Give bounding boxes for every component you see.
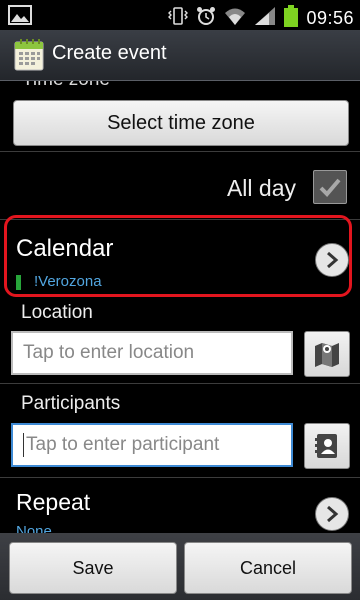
repeat-value: None — [16, 523, 52, 533]
select-time-zone-button[interactable]: Select time zone — [13, 100, 349, 146]
time-zone-label: Time zone — [22, 81, 110, 91]
divider — [0, 151, 360, 152]
save-button[interactable]: Save — [9, 542, 177, 594]
calendar-highlight-outline — [4, 215, 352, 297]
wifi-icon — [224, 6, 246, 30]
divider — [0, 477, 360, 478]
checkmark-icon — [319, 178, 341, 197]
contacts-icon — [315, 434, 337, 458]
participants-input[interactable]: Tap to enter participant — [11, 423, 293, 467]
battery-icon — [284, 5, 299, 31]
vibrate-icon — [168, 6, 189, 30]
all-day-label: All day — [226, 175, 296, 201]
event-form[interactable]: Time zone Select time zone All day Calen… — [0, 81, 360, 533]
status-bar: 09:56 — [0, 0, 360, 30]
chevron-right-icon — [327, 505, 339, 523]
participants-label: Participants — [21, 393, 121, 414]
map-icon — [315, 343, 339, 367]
screen-title: Create event — [52, 42, 167, 64]
divider — [0, 383, 360, 384]
signal-icon — [254, 6, 276, 30]
all-day-checkbox[interactable] — [313, 170, 347, 204]
bottom-action-bar: Save Cancel — [0, 533, 360, 600]
cancel-button[interactable]: Cancel — [184, 542, 352, 594]
repeat-chevron-button[interactable] — [315, 497, 349, 531]
clock: 09:56 — [306, 7, 354, 28]
location-label: Location — [21, 302, 93, 323]
gallery-icon — [8, 5, 32, 29]
participants-placeholder: Tap to enter participant — [26, 434, 220, 455]
location-input[interactable]: Tap to enter location — [11, 331, 293, 375]
calendar-app-icon[interactable] — [14, 39, 44, 71]
action-bar: Create event — [0, 30, 360, 81]
contacts-button[interactable] — [304, 423, 350, 469]
repeat-title: Repeat — [16, 489, 91, 515]
text-caret — [23, 433, 24, 457]
alarm-icon — [196, 6, 216, 30]
map-button[interactable] — [304, 331, 350, 377]
